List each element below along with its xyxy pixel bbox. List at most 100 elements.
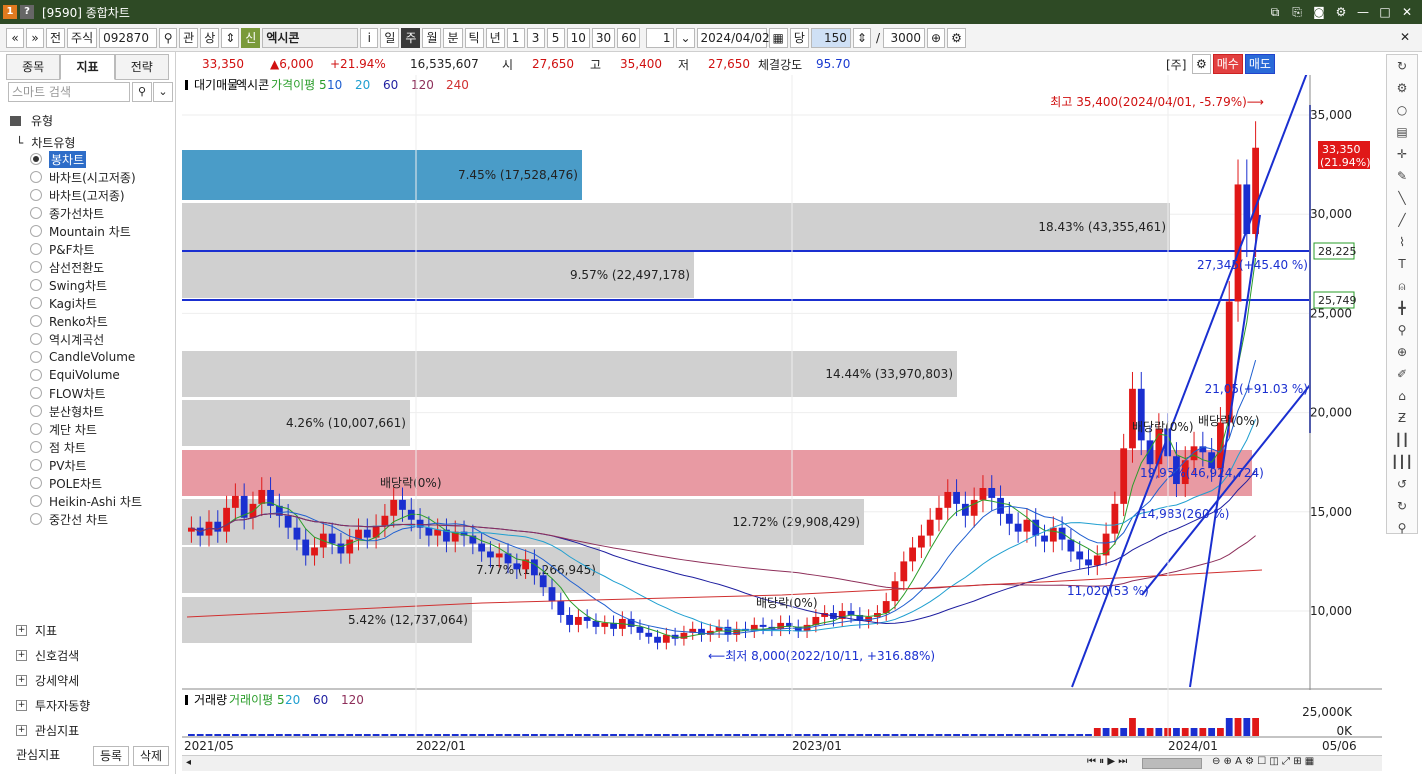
close-icon[interactable]: ✕ xyxy=(1398,3,1416,21)
radio-icon[interactable] xyxy=(30,225,42,237)
help-icon[interactable]: ? xyxy=(20,5,34,19)
buy-button[interactable]: 매수 xyxy=(1212,54,1243,74)
radio-icon[interactable] xyxy=(30,207,42,219)
chart-type-item[interactable]: 봉차트 xyxy=(30,150,142,168)
close-toolbar-icon[interactable]: ✕ xyxy=(1396,28,1414,48)
spinner-icon[interactable]: ⇕ xyxy=(852,27,871,48)
chart-type-item[interactable]: PV차트 xyxy=(30,456,142,474)
radio-icon[interactable] xyxy=(30,261,42,273)
chart-type-item[interactable]: Heikin-Ashi 차트 xyxy=(30,492,142,510)
chart-type-item[interactable]: 바차트(고저종) xyxy=(30,186,142,204)
minimize-icon[interactable]: — xyxy=(1354,3,1372,21)
section-3[interactable]: + 투자자동향 xyxy=(16,697,90,714)
bell-icon[interactable]: ⍝ xyxy=(1387,275,1417,297)
delete-button[interactable]: 삭제 xyxy=(133,746,169,766)
section-2[interactable]: + 강세약세 xyxy=(16,672,79,689)
expand-icon[interactable]: + xyxy=(16,700,27,711)
playback-controls[interactable]: ⏮ ⏸ ▶ ⏭ xyxy=(1087,756,1127,767)
sell-button[interactable]: 매도 xyxy=(1244,54,1275,74)
chart-type-item[interactable]: Mountain 차트 xyxy=(30,222,142,240)
grid-icon[interactable]: ┃┃┃ xyxy=(1387,451,1417,473)
radio-icon[interactable] xyxy=(30,351,42,363)
register-button[interactable]: 등록 xyxy=(93,746,129,766)
radio-icon[interactable] xyxy=(30,441,42,453)
period-week[interactable]: 주 xyxy=(401,27,421,48)
chart-type-item[interactable]: 역시계곡선 xyxy=(30,330,142,348)
chart-type-item[interactable]: EquiVolume xyxy=(30,366,142,384)
section-1[interactable]: + 신호검색 xyxy=(16,647,79,664)
period-day[interactable]: 일 xyxy=(380,27,400,48)
scroll-left-icon[interactable]: ◂ xyxy=(186,757,191,768)
min-60[interactable]: 60 xyxy=(617,27,641,48)
chart-settings-icon[interactable]: ⚙ xyxy=(1192,54,1211,74)
code-input[interactable]: 092870 xyxy=(99,27,158,48)
undo-icon[interactable]: ↺ xyxy=(1387,473,1417,495)
date-input[interactable]: 2024/04/02 xyxy=(696,27,770,48)
section-0[interactable]: + 지표 xyxy=(16,622,57,639)
circle-icon[interactable]: ○ xyxy=(1387,99,1417,121)
pen-icon[interactable]: ✎ xyxy=(1387,165,1417,187)
chart-area[interactable]: 7.45% (17,528,476) 18.43% (43,355,461) 9.5… xyxy=(182,64,1382,767)
radio-icon[interactable] xyxy=(30,315,42,327)
radio-icon[interactable] xyxy=(30,405,42,417)
expand-icon[interactable]: + xyxy=(16,650,27,661)
chevron-down-icon[interactable]: ⌄ xyxy=(153,82,173,102)
radio-icon[interactable] xyxy=(30,243,42,255)
period-tick[interactable]: 틱 xyxy=(464,27,484,48)
slash-icon[interactable]: ╱ xyxy=(1387,209,1417,231)
chart-type-item[interactable]: Swing차트 xyxy=(30,276,142,294)
brush-icon[interactable]: ✐ xyxy=(1387,363,1417,385)
radio-icon[interactable] xyxy=(30,387,42,399)
radio-icon[interactable] xyxy=(30,495,42,507)
link-icon[interactable]: ⧉ xyxy=(1266,3,1284,21)
expand-icon[interactable]: + xyxy=(16,725,27,736)
chart-type-item[interactable]: Kagi차트 xyxy=(30,294,142,312)
tab-indicator[interactable]: 지표 xyxy=(60,54,115,80)
line-icon[interactable]: ╲ xyxy=(1387,187,1417,209)
gear-icon[interactable]: ⚙ xyxy=(1387,77,1417,99)
radio-icon[interactable] xyxy=(30,279,42,291)
up-button[interactable]: 상 xyxy=(200,27,220,48)
next-button[interactable]: » xyxy=(26,27,44,48)
radio-icon[interactable] xyxy=(30,297,42,309)
min-3[interactable]: 3 xyxy=(526,27,545,48)
min-30[interactable]: 30 xyxy=(591,27,616,48)
chart-type-item[interactable]: 분산형차트 xyxy=(30,402,142,420)
prev-button[interactable]: « xyxy=(6,27,24,48)
min-5[interactable]: 5 xyxy=(546,27,565,48)
text-icon[interactable]: T xyxy=(1387,253,1417,275)
period-month[interactable]: 월 xyxy=(422,27,442,48)
tab-stock[interactable]: 종목 xyxy=(6,54,61,80)
scroll-thumb[interactable] xyxy=(1142,758,1202,769)
copy-icon[interactable]: ⎘ xyxy=(1288,3,1306,21)
expand-icon[interactable]: + xyxy=(16,625,27,636)
expand-icon[interactable]: + xyxy=(16,675,27,686)
min-10[interactable]: 10 xyxy=(566,27,590,48)
stock-tag[interactable]: [주] xyxy=(1166,56,1192,73)
market-select[interactable]: 주식 xyxy=(67,27,98,48)
radio-icon[interactable] xyxy=(30,369,42,381)
bars-icon[interactable]: ┃┃ xyxy=(1387,429,1417,451)
radio-icon[interactable] xyxy=(30,333,42,345)
radio-icon[interactable] xyxy=(30,477,42,489)
info-button[interactable]: i xyxy=(360,27,379,48)
section-4[interactable]: + 관심지표 xyxy=(16,722,79,739)
search-icon[interactable]: ⚲ xyxy=(132,82,152,102)
search-icon[interactable]: ⚲ xyxy=(159,27,178,48)
camera-icon[interactable]: ◙ xyxy=(1310,3,1328,21)
chart-type-item[interactable]: 바차트(시고저종) xyxy=(30,168,142,186)
chart-type-item[interactable]: CandleVolume xyxy=(30,348,142,366)
gear-icon[interactable]: ⚙ xyxy=(947,27,966,48)
chart-type-item[interactable]: P&F차트 xyxy=(30,240,142,258)
unit-button[interactable]: 당 xyxy=(789,27,809,48)
smart-search-input[interactable]: 스마트 검색 xyxy=(8,82,130,102)
calendar-icon[interactable]: ▦ xyxy=(768,27,788,48)
chart-type-item[interactable]: 종가선차트 xyxy=(30,204,142,222)
maximize-icon[interactable]: □ xyxy=(1376,3,1394,21)
search-icon[interactable]: ⚲ xyxy=(1387,517,1417,539)
full-button[interactable]: 전 xyxy=(46,27,66,48)
refresh-icon[interactable]: ↻ xyxy=(1387,55,1417,77)
stamp-icon[interactable]: ⌂ xyxy=(1387,385,1417,407)
type-section[interactable]: 유형 xyxy=(10,112,53,129)
price-chart[interactable]: 7.45% (17,528,476) 18.43% (43,355,461) 9.5… xyxy=(182,64,1382,767)
